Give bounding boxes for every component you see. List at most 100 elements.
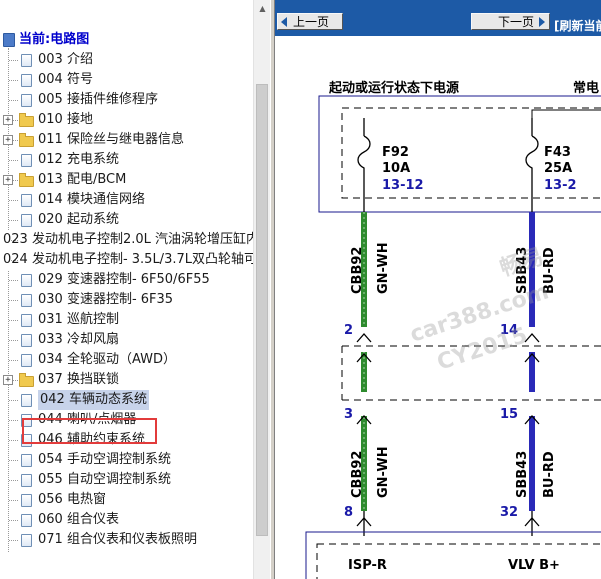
tree-item-label: 055 自动空调控制系统	[38, 472, 171, 487]
tree-item-label: 031 巡航控制	[38, 312, 119, 327]
tree-item[interactable]: 054 手动空调控制系统	[0, 450, 253, 470]
document-icon	[21, 194, 32, 207]
tree-item[interactable]: 031 巡航控制	[0, 310, 253, 330]
page-nav-bar: 上一页 下一页 [刷新当前	[275, 0, 601, 36]
tree-item[interactable]: 034 全轮驱动（AWD）	[0, 350, 253, 370]
folder-icon	[19, 373, 34, 387]
fuse-ref-link[interactable]: 13-12	[382, 178, 424, 193]
document-icon	[21, 514, 32, 527]
tree-item[interactable]: 004 符号	[0, 70, 253, 90]
tree-item[interactable]: +010 接地	[0, 110, 253, 130]
fuse-name: F43	[544, 145, 571, 160]
folder-icon	[19, 113, 34, 127]
tree-item[interactable]: 060 组合仪表	[0, 510, 253, 530]
fuse-ref-link[interactable]: 13-2	[544, 178, 577, 193]
tree-connector	[9, 520, 18, 521]
tree-connector	[9, 160, 18, 161]
wire-segment	[529, 352, 535, 392]
tree-item-label: 011 保险丝与继电器信息	[38, 132, 184, 147]
tree-item[interactable]: 071 组合仪表和仪表板照明	[0, 530, 253, 550]
tree-connector	[9, 220, 18, 221]
document-icon	[21, 294, 32, 307]
folder-icon	[19, 173, 34, 187]
expand-plus-icon[interactable]: +	[3, 135, 13, 145]
constant-power-title: 常电	[573, 80, 599, 96]
tree-item[interactable]: +013 配电/BCM	[0, 170, 253, 190]
document-icon	[21, 154, 32, 167]
tree-item-label: 003 介绍	[38, 52, 93, 67]
tree-item[interactable]: 030 变速器控制- 6F35	[0, 290, 253, 310]
watermark-line: 畅易	[497, 244, 547, 281]
fuse-rating: 25A	[544, 161, 572, 176]
tree-connector	[9, 440, 18, 441]
tree-connector	[9, 360, 18, 361]
tree-item[interactable]: 024 发动机电子控制- 3.5L/3.7L双凸轮轴可变	[0, 250, 270, 270]
tree-item-label: 004 符号	[38, 72, 93, 87]
tree-item[interactable]: 005 接插件维修程序	[0, 90, 253, 110]
expand-plus-icon[interactable]: +	[3, 115, 13, 125]
refresh-current-link[interactable]: [刷新当前	[554, 17, 601, 34]
tree-connector	[9, 500, 18, 501]
tree-item-label: 060 组合仪表	[38, 512, 119, 527]
tree-item-label: 054 手动空调控制系统	[38, 452, 171, 467]
tree-scroll-thumb[interactable]	[256, 84, 268, 536]
expand-plus-icon[interactable]: +	[3, 375, 13, 385]
tree-item[interactable]: 003 介绍	[0, 50, 253, 70]
tree-connector	[9, 320, 18, 321]
tree-connector	[9, 200, 18, 201]
tree-item[interactable]: 033 冷却风扇	[0, 330, 253, 350]
tree-connector	[9, 460, 18, 461]
tree-item[interactable]: 029 变速器控制- 6F50/6F55	[0, 270, 253, 290]
folder-icon	[19, 133, 34, 147]
tree-connector	[9, 60, 18, 61]
tree-scrollbar[interactable]: ▲	[253, 0, 270, 579]
tree-item[interactable]: +011 保险丝与继电器信息	[0, 130, 253, 150]
tree-item-label: 037 换挡联锁	[38, 372, 119, 387]
pin-number: 8	[344, 505, 353, 520]
document-icon	[21, 334, 32, 347]
tree-item-label: 014 模块通信网络	[38, 192, 145, 207]
tree-item-label: 042 车辆动态系统	[38, 390, 149, 410]
scroll-up-arrow-icon[interactable]: ▲	[254, 0, 270, 17]
tree-item[interactable]: 020 起动系统	[0, 210, 253, 230]
tree-item[interactable]: 042 车辆动态系统	[0, 390, 253, 410]
expand-plus-icon[interactable]: +	[3, 175, 13, 185]
tree-item-label: 033 冷却风扇	[38, 332, 119, 347]
prev-page-label: 上一页	[293, 15, 330, 29]
document-icon	[21, 474, 32, 487]
arrow-left-icon	[281, 16, 287, 27]
document-icon	[21, 454, 32, 467]
document-icon	[21, 354, 32, 367]
fuse-name: F92	[382, 145, 409, 160]
tree-item[interactable]: 055 自动空调控制系统	[0, 470, 253, 490]
tree-item[interactable]: 023 发动机电子控制2.0L 汽油涡轮增压缸内	[0, 230, 259, 250]
bus-line	[531, 109, 601, 118]
wire-circuit-label: CBB92	[350, 247, 365, 294]
wire-circuit-label: CBB92	[350, 451, 365, 498]
wire-color-label: GN-WH	[376, 446, 391, 498]
tree-item[interactable]: 014 模块通信网络	[0, 190, 253, 210]
tree-item[interactable]: +037 换挡联锁	[0, 370, 253, 390]
document-icon	[21, 274, 32, 287]
tree-connector	[9, 300, 18, 301]
module-pin-label: VLV B+	[508, 558, 560, 573]
document-icon	[21, 94, 32, 107]
tree-item-label: 012 充电系统	[38, 152, 119, 167]
pin-number: 15	[500, 407, 518, 422]
document-icon	[21, 214, 32, 227]
tree-item-label: 010 接地	[38, 112, 93, 127]
tree-root-label: 当前:电路图	[19, 32, 90, 47]
tree-item[interactable]: 012 充电系统	[0, 150, 253, 170]
next-page-button[interactable]: 下一页	[471, 13, 550, 30]
prev-page-button[interactable]: 上一页	[277, 13, 343, 30]
pin-number: 2	[344, 323, 353, 338]
tree-item-label: 030 变速器控制- 6F35	[38, 292, 174, 307]
tree-connector	[9, 480, 18, 481]
tree-root[interactable]: 当前:电路图	[0, 30, 250, 50]
tree-connector	[9, 80, 18, 81]
tree-item-label: 056 电热窗	[38, 492, 106, 507]
module-pin-label: ISP-R	[348, 558, 387, 573]
arrow-right-icon	[539, 16, 545, 27]
tree-item[interactable]: 056 电热窗	[0, 490, 253, 510]
tree-item-label: 013 配电/BCM	[38, 172, 127, 187]
